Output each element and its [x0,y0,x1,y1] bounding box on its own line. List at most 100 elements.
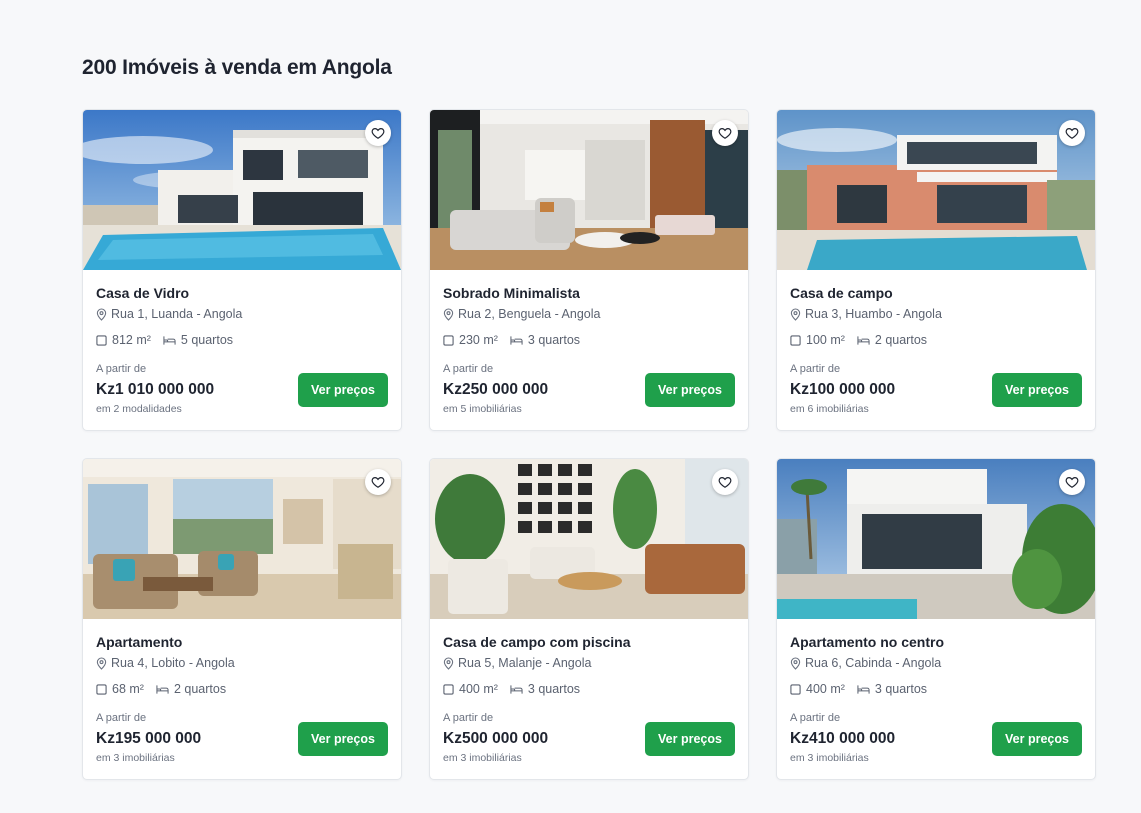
bedrooms-feature: 2 quartos [156,682,226,696]
property-features: 400 m² 3 quartos [790,682,927,696]
price-from-label: A partir de [443,712,494,724]
property-price: Kz1 010 000 000 [96,381,215,398]
property-features: 68 m² 2 quartos [96,682,226,696]
bedrooms-value: 3 quartos [527,682,581,696]
property-location: Rua 6, Cabinda - Angola [790,656,941,670]
listings-grid: Casa de Vidro Rua 1, Luanda - Angola 812… [82,109,1096,780]
location-text: Rua 3, Huambo - Angola [805,307,942,321]
property-photo-country-interior[interactable] [430,459,748,619]
property-location: Rua 3, Huambo - Angola [790,307,942,321]
area-feature: 400 m² [443,682,498,696]
bed-icon [510,684,523,694]
area-value: 812 m² [112,333,151,347]
property-price: Kz500 000 000 [443,730,549,747]
bedrooms-value: 3 quartos [527,333,581,347]
map-pin-icon [443,656,454,670]
page-title: 200 Imóveis à venda em Angola [82,56,392,79]
see-prices-button[interactable]: Ver preços [992,722,1082,756]
bedrooms-feature: 5 quartos [163,333,233,347]
price-note: em 5 imobiliárias [443,403,522,415]
favorite-heart-icon[interactable] [712,469,738,495]
bed-icon [857,684,870,694]
property-card[interactable]: Apartamento no centro Rua 6, Cabinda - A… [776,458,1096,780]
area-square-icon [96,334,107,346]
property-features: 100 m² 2 quartos [790,333,927,347]
bed-icon [510,335,523,345]
property-location: Rua 1, Luanda - Angola [96,307,242,321]
location-text: Rua 5, Malanje - Angola [458,656,592,670]
see-prices-button[interactable]: Ver preços [645,722,735,756]
property-features: 400 m² 3 quartos [443,682,580,696]
property-title[interactable]: Casa de Vidro [96,285,189,301]
property-title[interactable]: Apartamento no centro [790,634,944,650]
property-card[interactable]: Apartamento Rua 4, Lobito - Angola 68 m²… [82,458,402,780]
property-title[interactable]: Sobrado Minimalista [443,285,580,301]
property-price: Kz100 000 000 [790,381,896,398]
bedrooms-feature: 3 quartos [510,682,580,696]
favorite-heart-icon[interactable] [1059,469,1085,495]
property-location: Rua 5, Malanje - Angola [443,656,591,670]
location-text: Rua 6, Cabinda - Angola [805,656,942,670]
area-value: 400 m² [806,682,845,696]
area-value: 400 m² [459,682,498,696]
property-photo-country-house[interactable] [777,110,1095,270]
bed-icon [163,335,176,345]
price-note: em 3 imobiliárias [790,752,869,764]
property-title[interactable]: Casa de campo com piscina [443,634,631,650]
property-card[interactable]: Casa de campo Rua 3, Huambo - Angola 100… [776,109,1096,431]
see-prices-button[interactable]: Ver preços [645,373,735,407]
area-feature: 812 m² [96,333,151,347]
area-value: 230 m² [459,333,498,347]
map-pin-icon [790,307,801,321]
location-text: Rua 4, Lobito - Angola [111,656,235,670]
property-photo-apartment-living-room[interactable] [83,459,401,619]
price-from-label: A partir de [790,712,841,724]
favorite-heart-icon[interactable] [1059,120,1085,146]
property-card[interactable]: Casa de campo com piscina Rua 5, Malanje… [429,458,749,780]
bed-icon [156,684,169,694]
property-card[interactable]: Sobrado Minimalista Rua 2, Benguela - An… [429,109,749,431]
property-price: Kz250 000 000 [443,381,549,398]
bedrooms-value: 2 quartos [874,333,928,347]
area-square-icon [96,683,107,695]
area-feature: 68 m² [96,682,144,696]
property-photo-glass-house[interactable] [83,110,401,270]
property-photo-downtown-apartment[interactable] [777,459,1095,619]
price-from-label: A partir de [96,712,147,724]
property-features: 812 m² 5 quartos [96,333,233,347]
favorite-heart-icon[interactable] [712,120,738,146]
favorite-heart-icon[interactable] [365,120,391,146]
bedrooms-value: 2 quartos [173,682,227,696]
bedrooms-feature: 3 quartos [510,333,580,347]
area-value: 100 m² [806,333,845,347]
see-prices-button[interactable]: Ver preços [992,373,1082,407]
area-square-icon [443,334,454,346]
favorite-heart-icon[interactable] [365,469,391,495]
price-note: em 2 modalidades [96,403,182,415]
see-prices-button[interactable]: Ver preços [298,722,388,756]
area-feature: 230 m² [443,333,498,347]
area-feature: 400 m² [790,682,845,696]
map-pin-icon [96,656,107,670]
property-title[interactable]: Casa de campo [790,285,893,301]
location-text: Rua 1, Luanda - Angola [111,307,243,321]
bedrooms-value: 5 quartos [180,333,234,347]
area-square-icon [443,683,454,695]
property-features: 230 m² 3 quartos [443,333,580,347]
price-note: em 6 imobiliárias [790,403,869,415]
see-prices-button[interactable]: Ver preços [298,373,388,407]
area-feature: 100 m² [790,333,845,347]
area-square-icon [790,683,801,695]
property-location: Rua 2, Benguela - Angola [443,307,600,321]
property-photo-minimalist-interior[interactable] [430,110,748,270]
property-title[interactable]: Apartamento [96,634,182,650]
price-from-label: A partir de [443,363,494,375]
property-price: Kz410 000 000 [790,730,896,747]
bedrooms-value: 3 quartos [874,682,928,696]
property-card[interactable]: Casa de Vidro Rua 1, Luanda - Angola 812… [82,109,402,431]
property-location: Rua 4, Lobito - Angola [96,656,235,670]
location-text: Rua 2, Benguela - Angola [458,307,601,321]
area-square-icon [790,334,801,346]
price-note: em 3 imobiliárias [443,752,522,764]
map-pin-icon [96,307,107,321]
